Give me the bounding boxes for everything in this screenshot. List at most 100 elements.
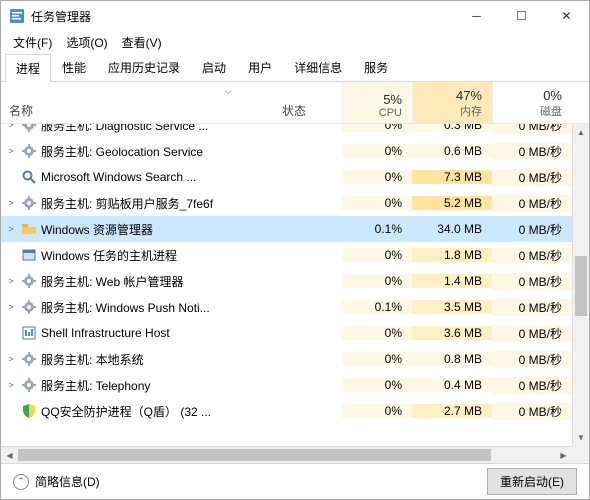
- column-name[interactable]: 名称 ⌵: [1, 82, 282, 123]
- scroll-down-icon[interactable]: ▼: [573, 429, 589, 446]
- cell-name: QQ安全防护进程（Q盾） (32 ...: [1, 403, 282, 420]
- process-icon: [21, 124, 37, 133]
- tab-processes[interactable]: 进程: [5, 54, 51, 82]
- cpu-label: CPU: [379, 107, 402, 119]
- cell-name: >服务主机: 剪贴板用户服务_7fe6f: [1, 195, 282, 212]
- table-row[interactable]: >服务主机: Web 帐户管理器0%1.4 MB0 MB/秒: [1, 268, 572, 294]
- cell-cpu: 0%: [342, 196, 412, 210]
- horizontal-scrollbar[interactable]: ◀ ▶: [1, 446, 572, 463]
- cell-name: Windows 任务的主机进程: [1, 247, 282, 264]
- cell-disk: 0 MB/秒: [492, 299, 572, 316]
- menu-view[interactable]: 查看(V): [116, 32, 168, 53]
- table-row[interactable]: >服务主机: 剪贴板用户服务_7fe6f0%5.2 MB0 MB/秒: [1, 190, 572, 216]
- tab-app-history[interactable]: 应用历史记录: [97, 53, 191, 81]
- expand-toggle[interactable]: >: [5, 302, 17, 312]
- table-row[interactable]: >服务主机: 本地系统0%0.8 MB0 MB/秒: [1, 346, 572, 372]
- table-header: 名称 ⌵ 状态 5% CPU 47% 内存 0% 磁盘: [1, 82, 589, 124]
- scroll-thumb[interactable]: [575, 256, 587, 316]
- table-row[interactable]: >服务主机: Diagnostic Service ...0%0.3 MB0 M…: [1, 124, 572, 138]
- titlebar[interactable]: 任务管理器 ─ ☐ ✕: [1, 1, 589, 31]
- cell-memory: 5.2 MB: [412, 196, 492, 210]
- cell-disk: 0 MB/秒: [492, 169, 572, 186]
- tab-startup[interactable]: 启动: [191, 53, 237, 81]
- restart-button[interactable]: 重新启动(E): [487, 468, 577, 495]
- expand-toggle[interactable]: >: [5, 224, 17, 234]
- cell-memory: 0.8 MB: [412, 352, 492, 366]
- column-cpu[interactable]: 5% CPU: [342, 82, 412, 123]
- cell-name: >服务主机: Geolocation Service: [1, 143, 282, 160]
- cell-name: > 服务主机: Diagnostic Service ...: [1, 124, 282, 134]
- cell-cpu: 0%: [342, 248, 412, 262]
- cell-name: Microsoft Windows Search ...: [1, 169, 282, 185]
- menu-file[interactable]: 文件(F): [7, 32, 58, 53]
- tab-performance[interactable]: 性能: [51, 53, 97, 81]
- scroll-right-icon[interactable]: ▶: [555, 447, 572, 463]
- process-icon: [21, 195, 37, 211]
- process-icon: [21, 169, 37, 185]
- table-row[interactable]: Shell Infrastructure Host0%3.6 MB0 MB/秒: [1, 320, 572, 346]
- fewer-details-toggle[interactable]: ⌃ 简略信息(D): [13, 473, 487, 490]
- cell-memory: 1.4 MB: [412, 274, 492, 288]
- scroll-left-icon[interactable]: ◀: [1, 447, 18, 463]
- tab-users[interactable]: 用户: [237, 53, 283, 81]
- cell-disk: 0 MB/秒: [492, 247, 572, 264]
- expand-toggle[interactable]: >: [5, 198, 17, 208]
- scroll-up-icon[interactable]: ▲: [573, 124, 589, 141]
- process-name: Windows 任务的主机进程: [41, 247, 177, 264]
- footer: ⌃ 简略信息(D) 重新启动(E): [1, 463, 589, 499]
- expand-toggle[interactable]: >: [5, 380, 17, 390]
- cell-cpu: 0%: [342, 352, 412, 366]
- minimize-button[interactable]: ─: [454, 1, 499, 31]
- column-status[interactable]: 状态: [282, 82, 342, 123]
- scroll-corner: [572, 446, 589, 463]
- scroll-track[interactable]: [573, 141, 589, 429]
- menu-options[interactable]: 选项(O): [60, 32, 113, 53]
- process-icon: [21, 299, 37, 315]
- process-icon: [21, 247, 37, 263]
- cell-disk: 0 MB/秒: [492, 221, 572, 238]
- process-name: Shell Infrastructure Host: [41, 326, 170, 340]
- fewer-details-label: 简略信息(D): [35, 473, 100, 490]
- process-icon: [21, 351, 37, 367]
- expand-toggle[interactable]: >: [5, 276, 17, 286]
- cell-memory: 7.3 MB: [412, 170, 492, 184]
- cell-name: >服务主机: Windows Push Noti...: [1, 299, 282, 316]
- cell-cpu: 0%: [342, 404, 412, 418]
- cell-name: > 服务主机: Telephony: [1, 377, 282, 394]
- table-row[interactable]: Windows 任务的主机进程0%1.8 MB0 MB/秒: [1, 242, 572, 268]
- cell-memory: 34.0 MB: [412, 222, 492, 236]
- process-name: 服务主机: Telephony: [41, 377, 150, 394]
- table-row[interactable]: >服务主机: Telephony0%0.4 MB0 MB/秒: [1, 372, 572, 398]
- cell-disk: 0 MB/秒: [492, 325, 572, 342]
- column-disk[interactable]: 0% 磁盘: [492, 82, 572, 123]
- cell-name: > Windows 资源管理器: [1, 221, 282, 238]
- chevron-up-icon: ⌃: [13, 474, 29, 490]
- cell-name: Shell Infrastructure Host: [1, 325, 282, 341]
- expand-toggle[interactable]: >: [5, 354, 17, 364]
- tabbar: 进程 性能 应用历史记录 启动 用户 详细信息 服务: [1, 53, 589, 82]
- table-row[interactable]: QQ安全防护进程（Q盾） (32 ...0%2.7 MB0 MB/秒: [1, 398, 572, 424]
- cell-cpu: 0%: [342, 170, 412, 184]
- close-button[interactable]: ✕: [544, 1, 589, 31]
- table-row[interactable]: >Windows 资源管理器0.1%34.0 MB0 MB/秒: [1, 216, 572, 242]
- table-row[interactable]: >服务主机: Windows Push Noti...0.1%3.5 MB0 M…: [1, 294, 572, 320]
- cell-name: >服务主机: Web 帐户管理器: [1, 273, 282, 290]
- expand-toggle[interactable]: >: [5, 146, 17, 156]
- tab-services[interactable]: 服务: [353, 53, 399, 81]
- hscroll-track[interactable]: [18, 447, 555, 463]
- hscroll-thumb[interactable]: [18, 449, 491, 461]
- table-row[interactable]: Microsoft Windows Search ... 0%7.3 MB0 MB…: [1, 164, 572, 190]
- cell-disk: 0 MB/秒: [492, 124, 572, 134]
- process-name: QQ安全防护进程（Q盾） (32 ...: [41, 403, 211, 420]
- window-controls: ─ ☐ ✕: [454, 1, 589, 31]
- process-name: Windows 资源管理器: [41, 221, 153, 238]
- column-memory[interactable]: 47% 内存: [412, 82, 492, 123]
- vertical-scrollbar[interactable]: ▲ ▼: [572, 124, 589, 446]
- expand-toggle[interactable]: >: [5, 124, 17, 130]
- maximize-button[interactable]: ☐: [499, 1, 544, 31]
- tab-details[interactable]: 详细信息: [283, 53, 353, 81]
- cell-name: >服务主机: 本地系统: [1, 351, 282, 368]
- cell-cpu: 0%: [342, 144, 412, 158]
- table-row[interactable]: >服务主机: Geolocation Service0%0.6 MB0 MB/秒: [1, 138, 572, 164]
- process-name: 服务主机: Diagnostic Service ...: [41, 124, 208, 134]
